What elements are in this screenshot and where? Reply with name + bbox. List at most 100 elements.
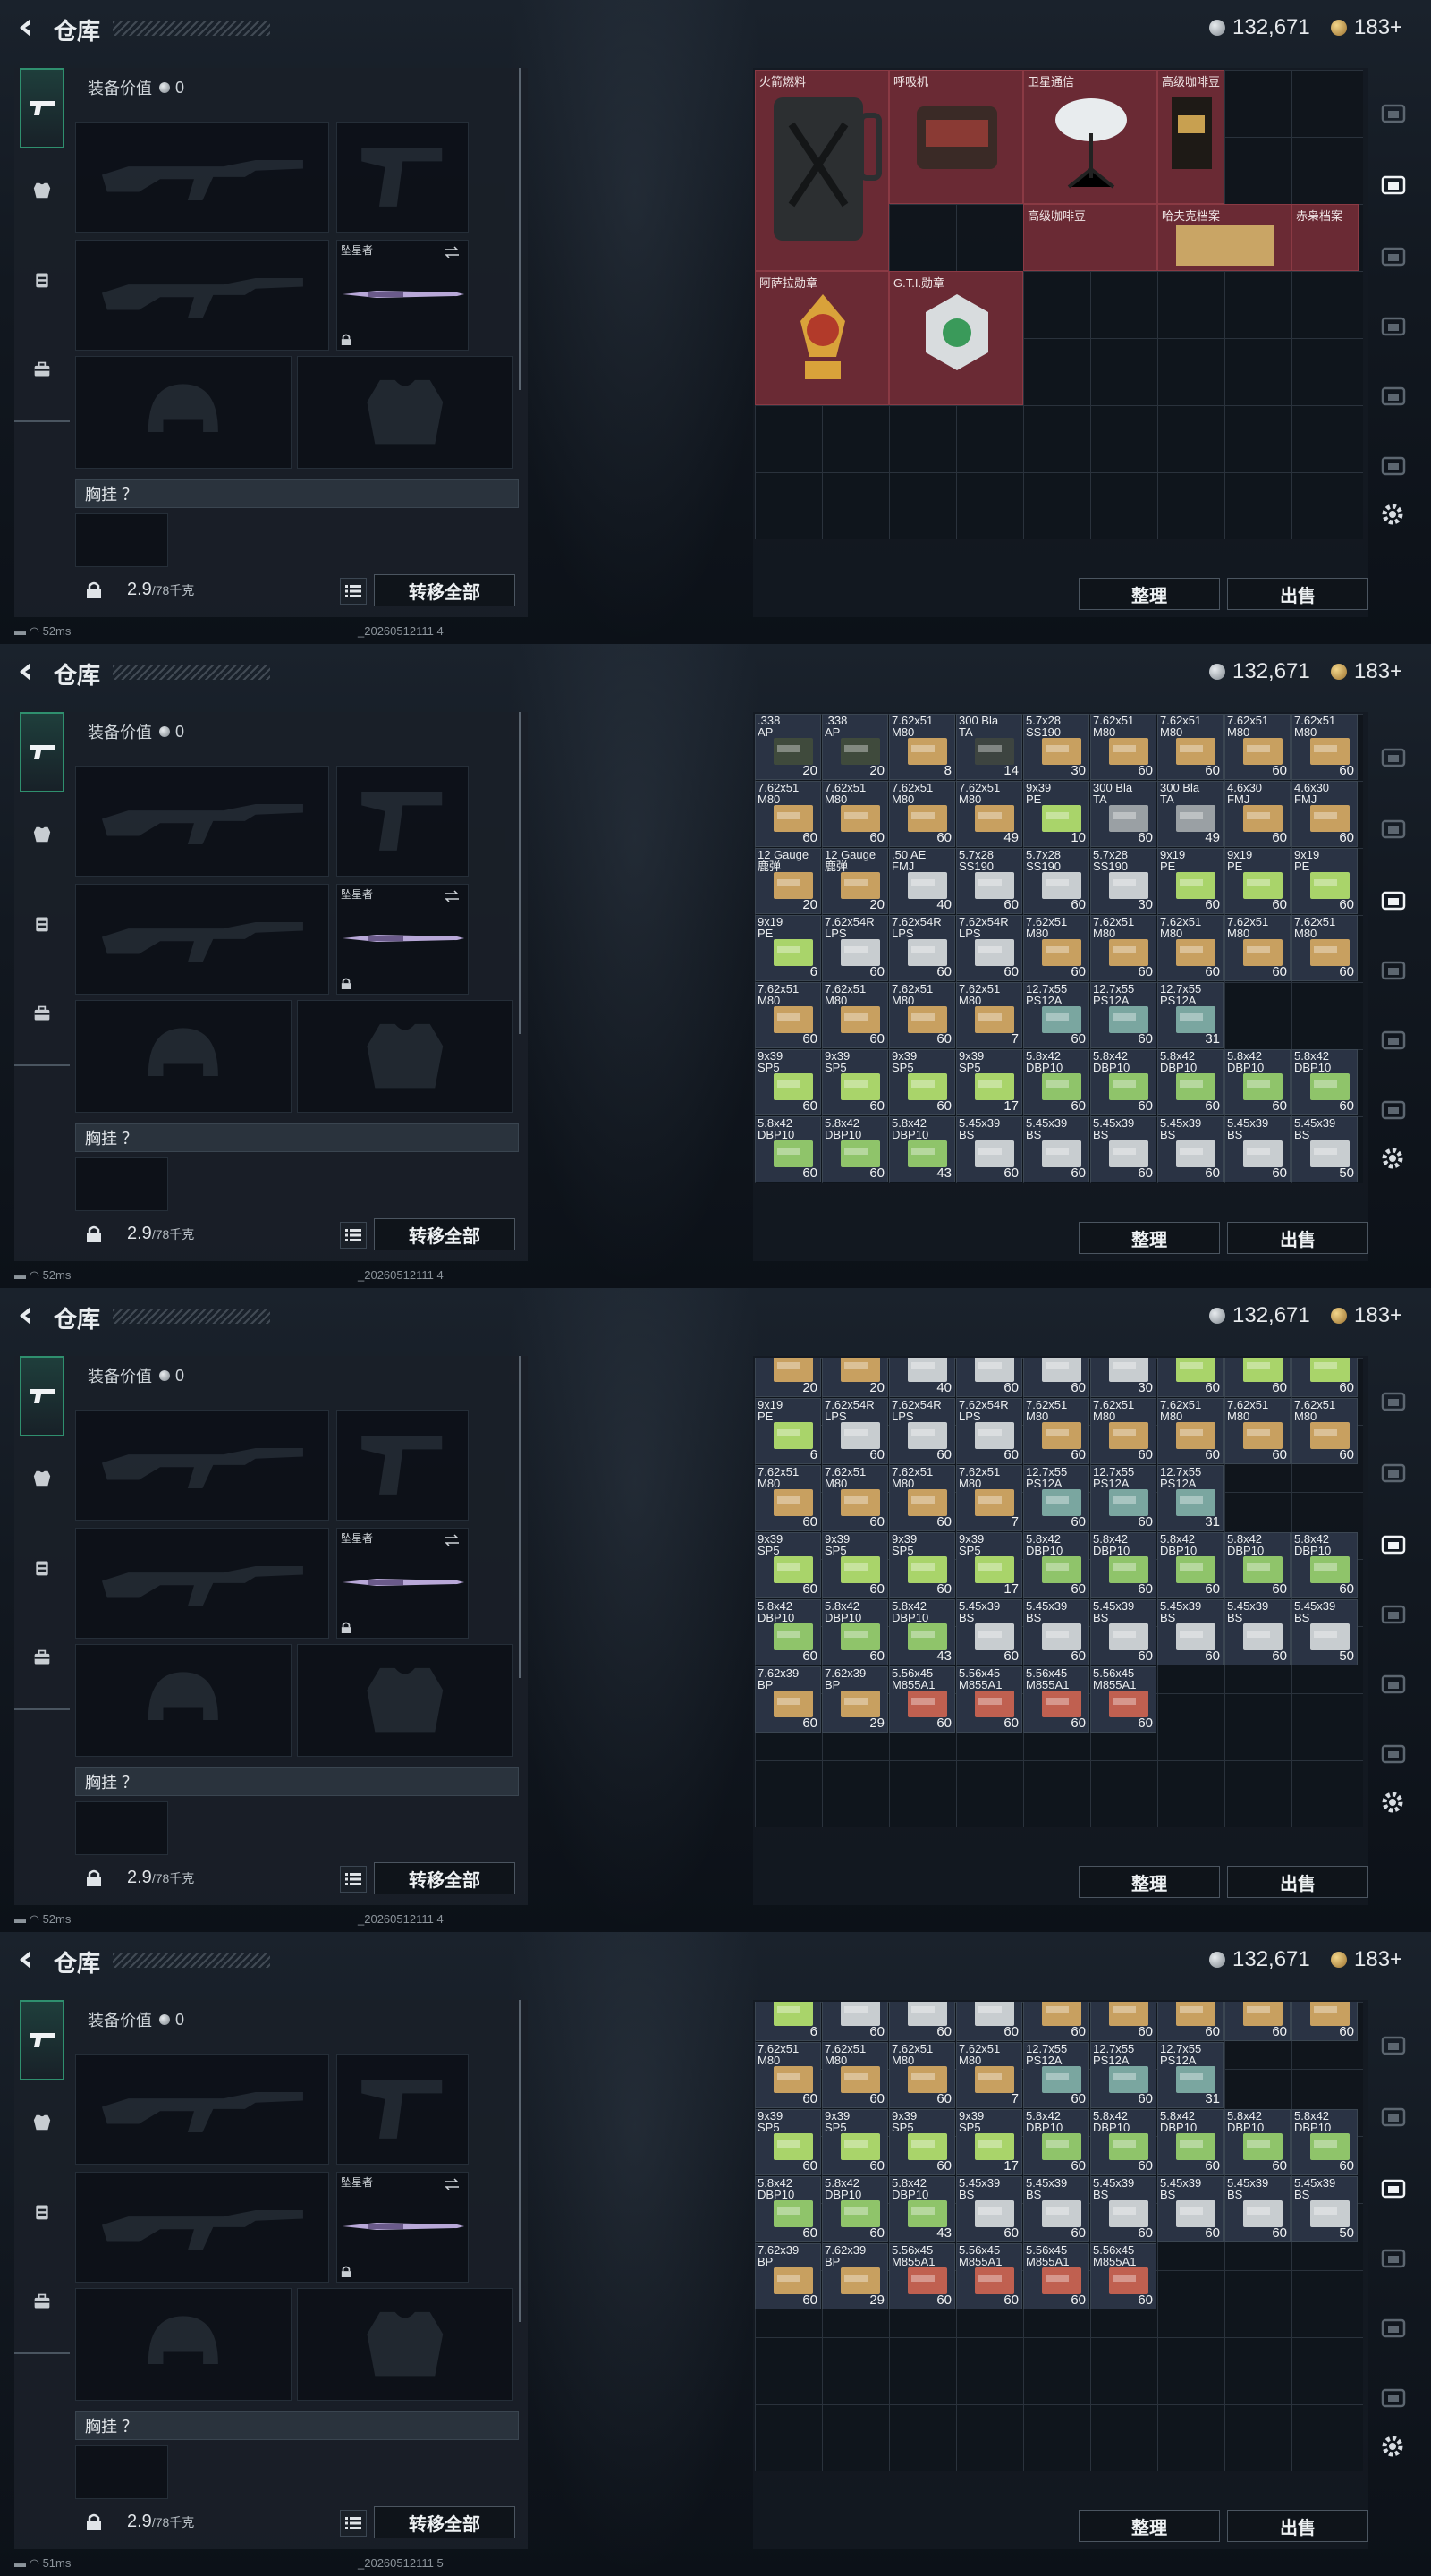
primary-weapon-slot[interactable] — [75, 766, 329, 877]
tab-backpack[interactable] — [20, 973, 64, 1054]
ammo-item[interactable]: 5.8x42 DBP10 60 — [822, 1599, 888, 1665]
storage-tab-2[interactable] — [1376, 2098, 1411, 2134]
ammo-item[interactable]: 5.56x45 M855A1 60 — [1023, 1666, 1089, 1733]
storage-tab-1[interactable] — [1376, 2027, 1411, 2063]
sort-button[interactable]: 整理 — [1079, 578, 1220, 610]
helmet-slot[interactable] — [75, 356, 292, 469]
ammo-item[interactable]: 5.45x39 BS 60 — [1023, 1116, 1089, 1182]
chest-rig-slot[interactable] — [75, 2445, 168, 2499]
ammo-item[interactable]: 12.7x55 PS12A 31 — [1157, 1465, 1224, 1531]
ammo-item[interactable]: 5.45x39 BS 60 — [1224, 1116, 1291, 1182]
ammo-item[interactable]: 9x39 PE 10 — [1023, 781, 1089, 847]
ammo-item[interactable]: 7.62x51 M8060 — [889, 781, 955, 847]
ammo-item[interactable]: 5.8x42 DBP10 60 — [1224, 1049, 1291, 1115]
ammo-item[interactable]: 7.62x51 M8060 — [755, 781, 821, 847]
swap-icon[interactable] — [443, 1534, 461, 1546]
helmet-slot[interactable] — [75, 2288, 292, 2401]
ammo-item[interactable]: 7.62x54R LPS60 — [822, 2002, 888, 2041]
ammo-item[interactable]: 9x19 PE 6 — [755, 1398, 821, 1464]
tab-weapons[interactable] — [20, 2000, 64, 2080]
sort-button[interactable]: 整理 — [1079, 1866, 1220, 1898]
tab-armor[interactable] — [20, 1438, 64, 1519]
ammo-item[interactable]: 5.45x39 BS 60 — [1090, 1599, 1156, 1665]
ammo-item[interactable]: .50 AE FMJ 40 — [889, 848, 955, 914]
swap-icon[interactable] — [443, 246, 461, 258]
ammo-item[interactable]: 9x39 SP5 60 — [889, 2109, 955, 2175]
gti-medal-item[interactable]: G.T.I.勋章 — [889, 271, 1023, 405]
ammo-item[interactable]: 9x19 PE60 — [1224, 848, 1291, 914]
ammo-item[interactable]: 7.62x51 M8060 — [1090, 915, 1156, 981]
ammo-item[interactable]: 7.62x51 M8060 — [1291, 915, 1358, 981]
ammo-item[interactable]: 9x39 SP5 17 — [956, 1532, 1022, 1598]
ammo-item[interactable]: 7.62x51 M8060 — [1090, 1398, 1156, 1464]
ammo-item[interactable]: 7.62x51 M8060 — [1157, 2002, 1224, 2041]
ammo-item[interactable]: 5.7x28 SS19030 — [1090, 848, 1156, 914]
storage-tab-5[interactable] — [1376, 1021, 1411, 1057]
ammo-item[interactable]: 12 Gauge 鹿弹20 — [755, 848, 821, 914]
storage-tab-6[interactable] — [1376, 1735, 1411, 1771]
ammo-item[interactable]: 7.62x51 M8060 — [1224, 2002, 1291, 2041]
chest-rig-slot[interactable] — [75, 1157, 168, 1211]
satellite-comm-item[interactable]: 卫星通信 — [1023, 70, 1157, 204]
ammo-item[interactable]: 7.62x51 M8060 — [755, 1465, 821, 1531]
ammo-item[interactable]: 7.62x51 M8060 — [1157, 915, 1224, 981]
ammo-item[interactable]: 12.7x55 PS12A 31 — [1157, 2042, 1224, 2108]
ammo-item[interactable]: 5.8x42 DBP10 43 — [889, 1116, 955, 1182]
scrollbar[interactable] — [519, 68, 521, 390]
melee-slot[interactable]: 坠星者 — [336, 1528, 469, 1639]
ammo-item[interactable]: 9x39 SP5 60 — [822, 1049, 888, 1115]
ammo-item[interactable]: 7.62x51 M8060 — [1291, 2002, 1358, 2041]
ammo-item[interactable]: 5.45x39 BS 50 — [1291, 1599, 1358, 1665]
ammo-item[interactable]: 5.8x42 DBP10 60 — [822, 1116, 888, 1182]
storage-tab-3[interactable] — [1376, 882, 1411, 918]
ammo-item[interactable]: 5.8x42 DBP10 60 — [1157, 1049, 1224, 1115]
gear-icon[interactable] — [1377, 499, 1408, 530]
ammo-item[interactable]: 4.6x30 FMJ 60 — [1291, 781, 1358, 847]
primary-weapon-slot[interactable] — [75, 2054, 329, 2165]
transfer-all-button[interactable]: 转移全部 — [374, 574, 515, 606]
ammo-item[interactable]: 7.62x39 BP 29 — [822, 2243, 888, 2309]
ammo-item[interactable]: 12.7x55 PS12A 60 — [1023, 982, 1089, 1048]
list-view-button[interactable] — [340, 578, 367, 605]
ammo-item[interactable]: 5.8x42 DBP10 60 — [1224, 2109, 1291, 2175]
swap-icon[interactable] — [443, 2178, 461, 2190]
ammo-item[interactable]: 9x39 SP5 60 — [889, 1049, 955, 1115]
sort-button[interactable]: 整理 — [1079, 2510, 1220, 2542]
body-armor-slot[interactable] — [297, 2288, 513, 2401]
ammo-item[interactable]: 7.62x51 M8060 — [1224, 714, 1291, 780]
body-armor-slot[interactable] — [297, 356, 513, 469]
ammo-item[interactable]: 5.7x28 SS19030 — [1090, 1358, 1156, 1397]
back-arrow-icon[interactable] — [14, 1948, 38, 1971]
ammo-item[interactable]: 9x39 SP5 60 — [822, 1532, 888, 1598]
ammo-item[interactable]: 9x39 SP5 60 — [889, 1532, 955, 1598]
storage-tab-2[interactable] — [1376, 166, 1411, 202]
ammo-item[interactable]: 7.62x54R LPS60 — [889, 1398, 955, 1464]
tab-rig[interactable] — [20, 884, 64, 964]
ammo-item[interactable]: 12 Gauge 鹿弹20 — [755, 1358, 821, 1397]
ammo-item[interactable]: 5.8x42 DBP10 60 — [1023, 1049, 1089, 1115]
chest-rig-header[interactable]: 胸挂 ？ — [75, 1767, 519, 1796]
ammo-item[interactable]: 5.45x39 BS 60 — [956, 2176, 1022, 2242]
ammo-item[interactable]: 7.62x51 M80 49 — [956, 781, 1022, 847]
ammo-item[interactable]: 7.62x39 BP 60 — [755, 1666, 821, 1733]
ammo-item[interactable]: 7.62x51 M8060 — [1023, 2002, 1089, 2041]
chest-rig-slot[interactable] — [75, 1801, 168, 1855]
ammo-item[interactable]: 12.7x55 PS12A 60 — [1090, 1465, 1156, 1531]
ammo-item[interactable]: 12.7x55 PS12A 60 — [1023, 1465, 1089, 1531]
transfer-all-button[interactable]: 转移全部 — [374, 2506, 515, 2538]
secondary-weapon-slot[interactable] — [75, 884, 329, 995]
ammo-item[interactable]: 9x39 SP5 60 — [755, 2109, 821, 2175]
ammo-item[interactable]: 5.8x42 DBP10 60 — [1291, 1049, 1358, 1115]
ammo-item[interactable]: 5.56x45 M855A1 60 — [889, 1666, 955, 1733]
helmet-slot[interactable] — [75, 1644, 292, 1757]
sell-button[interactable]: 出售 — [1227, 1866, 1368, 1898]
storage-tab-6[interactable] — [1376, 447, 1411, 483]
sidearm-slot[interactable] — [336, 766, 469, 877]
ammo-item[interactable]: 7.62x51 M8060 — [889, 982, 955, 1048]
secondary-weapon-slot[interactable] — [75, 2172, 329, 2283]
storage-tab-3[interactable] — [1376, 2170, 1411, 2206]
ammo-item[interactable]: 5.7x28 SS19060 — [956, 1358, 1022, 1397]
ammo-item[interactable]: 7.62x39 BP 29 — [822, 1666, 888, 1733]
ammo-item[interactable]: 7.62x51 M8060 — [1023, 915, 1089, 981]
ammo-item[interactable]: 9x19 PE60 — [1224, 1358, 1291, 1397]
